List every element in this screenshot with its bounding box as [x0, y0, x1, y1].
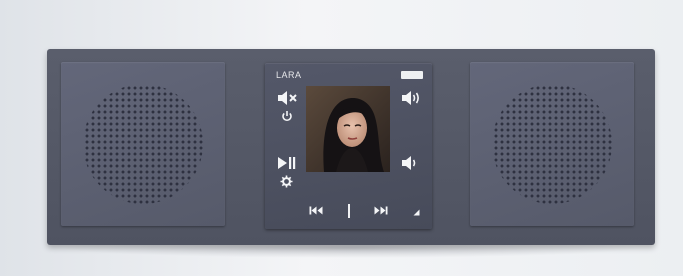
mute-icon[interactable] [277, 90, 299, 106]
volume-down-icon[interactable] [401, 155, 418, 171]
album-art-display [306, 86, 390, 172]
volume-up-icon[interactable] [401, 90, 421, 106]
right-speaker-grille [492, 84, 612, 204]
right-speaker [470, 62, 634, 226]
next-track-icon[interactable] [374, 206, 388, 215]
previous-track-icon[interactable] [309, 206, 323, 215]
power-icon[interactable] [281, 110, 293, 122]
play-pause-icon[interactable] [277, 156, 297, 170]
center-divider [348, 204, 350, 218]
left-speaker [61, 62, 225, 226]
left-speaker-grille [83, 84, 203, 204]
corner-arrow-icon[interactable] [413, 209, 420, 216]
radio-panel: LARA [265, 63, 432, 229]
settings-icon[interactable] [280, 175, 293, 188]
brand-logo [401, 71, 423, 79]
artist-photo [306, 86, 390, 172]
station-name: LARA [276, 70, 302, 80]
